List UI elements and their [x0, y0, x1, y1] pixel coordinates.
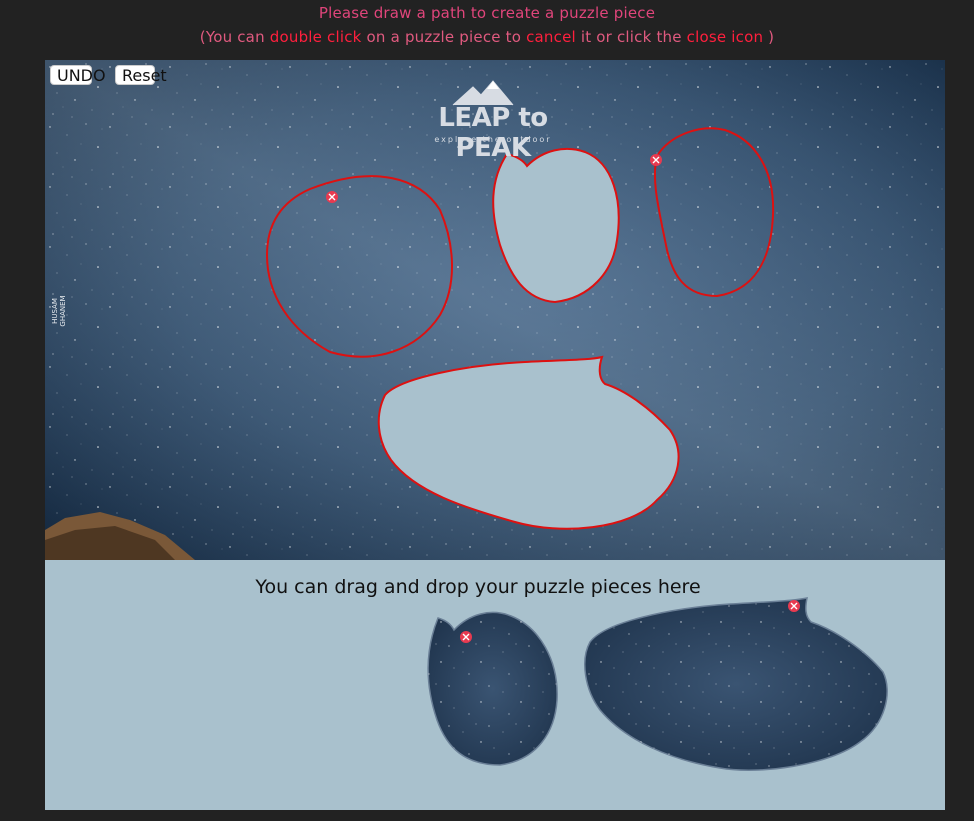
close-icon[interactable] — [788, 600, 800, 612]
close-icon[interactable] — [326, 191, 338, 203]
logo-text: LEAP to PEAK — [438, 103, 548, 163]
instruction-line-2: (You can double click on a puzzle piece … — [0, 28, 974, 46]
instruction-suffix: ) — [763, 28, 775, 46]
instruction-cancel: cancel — [526, 28, 576, 46]
instruction-double-click: double click — [269, 28, 362, 46]
logo-subtitle: explore the outdoor — [434, 135, 552, 144]
close-icon[interactable] — [650, 154, 662, 166]
reset-button[interactable]: Reset — [115, 65, 167, 85]
instruction-mid-2: it or click the — [575, 28, 687, 46]
instruction-line-1: Please draw a path to create a puzzle pi… — [0, 4, 974, 22]
instruction-mid-1: on a puzzle piece to — [361, 28, 527, 46]
tray-pieces — [427, 597, 888, 771]
puzzle-piece-small[interactable] — [427, 611, 558, 766]
instruction-prefix: (You can — [199, 28, 270, 46]
leap-to-peak-logo: LEAP to PEAK explore the outdoor — [413, 75, 573, 163]
undo-button[interactable]: UNDO — [50, 65, 106, 85]
puzzle-piece-large[interactable] — [584, 597, 888, 771]
instruction-close-icon: close icon — [686, 28, 764, 46]
instruction-text: Please draw a path to create a puzzle pi… — [318, 4, 656, 22]
watermark-text: HUSAM GHANEM — [51, 295, 67, 327]
close-icon[interactable] — [460, 631, 472, 643]
photographer-watermark: HUSAM GHANEM — [48, 283, 70, 338]
puzzle-tray[interactable]: You can drag and drop your puzzle pieces… — [45, 560, 945, 810]
